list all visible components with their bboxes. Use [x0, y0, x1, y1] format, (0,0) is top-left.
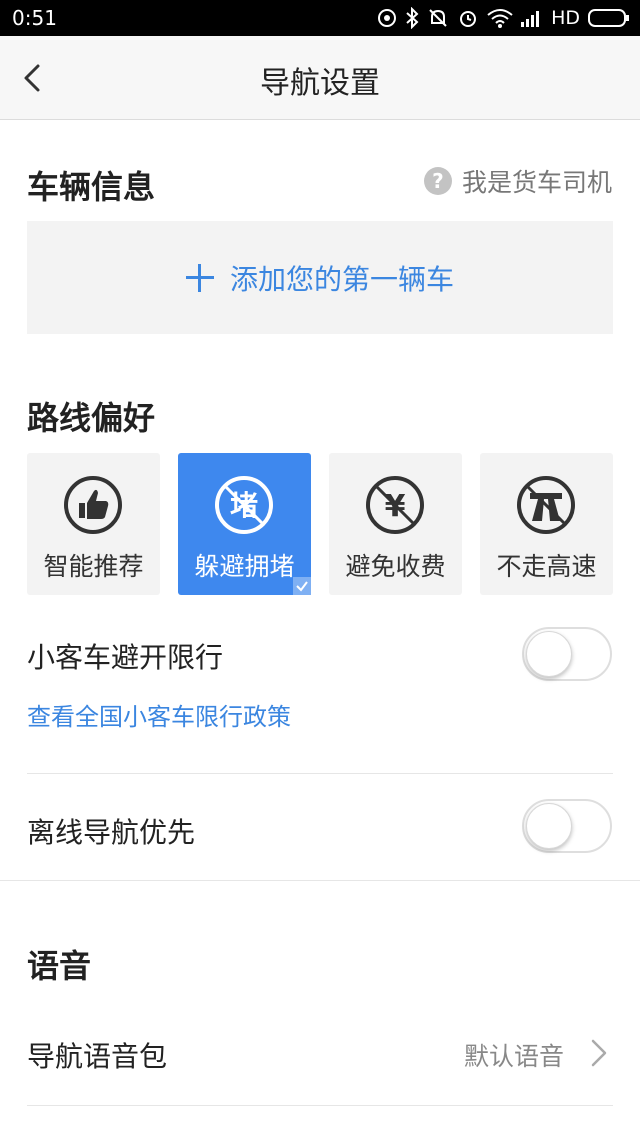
route-option-label: 躲避拥堵: [194, 552, 295, 581]
nav-bar: 导航设置: [0, 36, 640, 120]
route-options: 智能推荐 堵 躲避拥堵 ¥ 避免收费 不走高速: [27, 453, 613, 595]
offline-nav-toggle[interactable]: [522, 799, 612, 853]
route-option-label: 避免收费: [345, 552, 446, 581]
toggle-knob: [526, 631, 572, 677]
route-section-title: 路线偏好: [27, 399, 156, 437]
divider: [27, 1105, 613, 1106]
hotspot-icon: [378, 9, 397, 27]
network-type: HD: [551, 7, 580, 29]
status-bar: 0:51 HD: [0, 0, 640, 36]
add-car-button[interactable]: 添加您的第一辆车: [27, 221, 613, 334]
divider: [27, 773, 613, 774]
check-icon: [293, 577, 311, 595]
chevron-right-icon[interactable]: [590, 1038, 608, 1068]
mute-icon: [429, 9, 447, 27]
wifi-icon: [487, 9, 513, 28]
voice-package-value[interactable]: 默认语音: [464, 1037, 564, 1073]
route-option-no-toll[interactable]: ¥ 避免收费: [329, 453, 462, 595]
no-toll-icon: ¥: [366, 476, 424, 534]
voice-section-title: 语音: [27, 947, 92, 985]
truck-driver-label: 我是货车司机: [461, 168, 612, 197]
avoid-congestion-icon: 堵: [215, 476, 273, 534]
vehicle-section-title: 车辆信息: [27, 168, 156, 206]
restriction-toggle[interactable]: [522, 627, 612, 681]
section-divider: [0, 880, 640, 881]
truck-driver-link[interactable]: ? 我是货车司机: [423, 164, 612, 198]
bluetooth-icon: [406, 7, 419, 29]
svg-text:堵: 堵: [230, 489, 258, 522]
voice-package-label[interactable]: 导航语音包: [27, 1035, 167, 1075]
restriction-label: 小客车避开限行: [27, 641, 224, 674]
thumbs-up-icon: [64, 476, 122, 534]
toggle-knob: [526, 803, 572, 849]
svg-text:¥: ¥: [385, 489, 406, 524]
route-option-label: 智能推荐: [43, 552, 144, 581]
alarm-icon: [460, 11, 477, 27]
page-title: 导航设置: [260, 66, 380, 101]
add-car-label: 添加您的第一辆车: [229, 262, 454, 296]
no-highway-icon: [517, 476, 575, 534]
route-option-smart[interactable]: 智能推荐: [27, 453, 160, 595]
help-icon: ?: [423, 167, 452, 195]
route-option-avoid-congestion[interactable]: 堵 躲避拥堵: [178, 453, 311, 595]
route-option-no-highway[interactable]: 不走高速: [480, 453, 613, 595]
offline-nav-label: 离线导航优先: [27, 816, 196, 849]
restriction-policy-link[interactable]: 查看全国小客车限行政策: [27, 697, 291, 732]
plus-icon: [185, 263, 214, 292]
signal-icon: [521, 11, 540, 27]
battery-icon: [588, 9, 629, 27]
route-option-label: 不走高速: [496, 552, 597, 581]
status-time: 0:51: [12, 6, 57, 30]
status-icons: HD: [377, 5, 630, 31]
